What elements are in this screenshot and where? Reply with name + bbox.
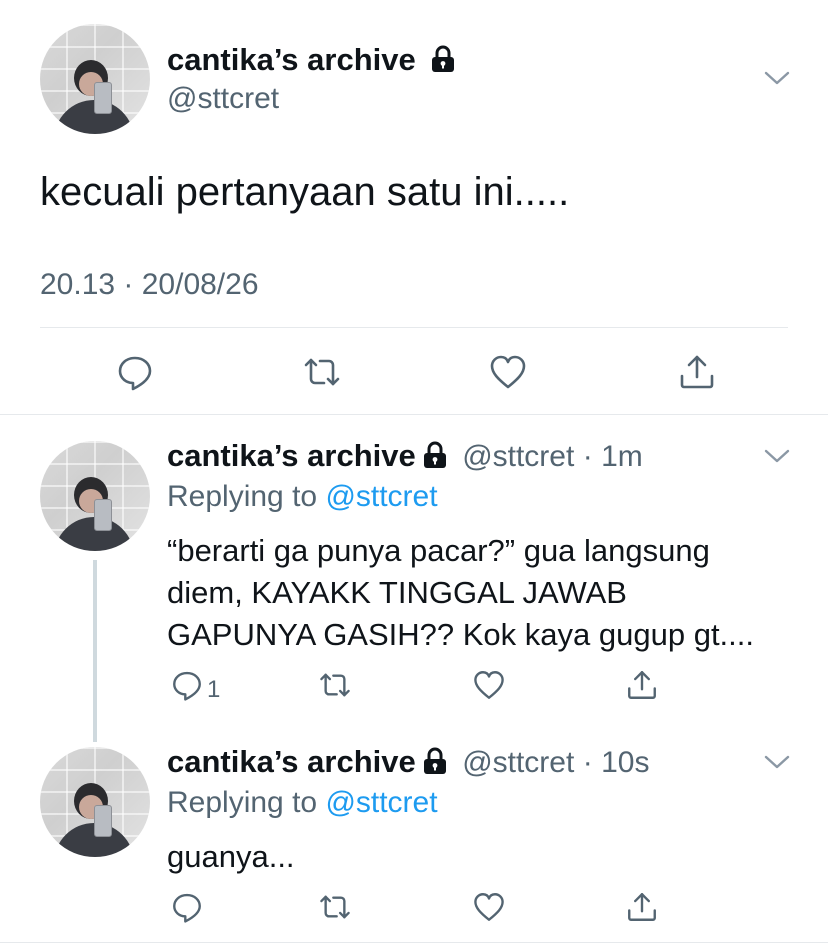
replying-to: Replying to @sttcret (167, 480, 438, 514)
share-icon[interactable] (677, 352, 717, 392)
retweet-icon[interactable] (302, 352, 342, 392)
reply-header: cantika’s archive @sttcret · 10s (167, 744, 649, 780)
chevron-down-icon[interactable] (762, 752, 792, 772)
retweet-icon[interactable] (318, 668, 352, 702)
text-line: guanya... (167, 839, 295, 874)
retweet-icon[interactable] (318, 890, 352, 924)
display-name-text: cantika’s archive (167, 42, 416, 77)
handle[interactable]: @sttcret (167, 82, 279, 116)
thread-line (93, 560, 97, 742)
lock-icon (432, 45, 455, 72)
share-icon[interactable] (625, 890, 659, 924)
timestamp[interactable]: 20.13 · 20/08/26 (40, 268, 259, 302)
display-name[interactable]: cantika’s archive (167, 744, 416, 779)
chevron-down-icon[interactable] (762, 446, 792, 466)
lock-icon (423, 747, 446, 774)
divider (0, 942, 828, 943)
reply-count: 1 (207, 676, 221, 703)
text-line: “berarti ga punya pacar?” gua langsung (167, 533, 710, 568)
reply-text: guanya... (167, 836, 295, 878)
share-icon[interactable] (625, 668, 659, 702)
display-name[interactable]: cantika’s archive (167, 42, 456, 78)
like-icon[interactable] (488, 352, 528, 392)
divider (40, 327, 788, 328)
tweet-text: kecuali pertanyaan satu ini..... (40, 170, 570, 214)
replying-to: Replying to @sttcret (167, 786, 438, 820)
avatar[interactable] (40, 24, 150, 134)
like-icon[interactable] (472, 890, 506, 924)
text-line: GAPUNYA GASIH?? Kok kaya gugup gt.... (167, 617, 755, 652)
reply-icon[interactable] (170, 890, 204, 924)
text-line: diem, KAYAKK TINGGAL JAWAB (167, 575, 627, 610)
replying-to-link[interactable]: @sttcret (325, 786, 437, 819)
replying-to-label: Replying to (167, 786, 318, 819)
like-icon[interactable] (472, 668, 506, 702)
time-ago[interactable]: · 1m (583, 440, 643, 473)
chevron-down-icon[interactable] (762, 68, 792, 88)
reply-header: cantika’s archive @sttcret · 1m (167, 438, 643, 474)
time-ago[interactable]: · 10s (583, 746, 650, 779)
reply-text: “berarti ga punya pacar?” gua langsung d… (167, 530, 754, 656)
handle[interactable]: @sttcret (462, 746, 574, 779)
handle[interactable]: @sttcret (462, 440, 574, 473)
replying-to-label: Replying to (167, 480, 318, 513)
reply-icon[interactable] (115, 352, 155, 392)
avatar[interactable] (40, 747, 150, 857)
display-name[interactable]: cantika’s archive (167, 438, 416, 473)
reply-icon[interactable] (170, 668, 204, 702)
avatar[interactable] (40, 441, 150, 551)
replying-to-link[interactable]: @sttcret (325, 480, 437, 513)
divider (0, 414, 828, 415)
lock-icon (423, 441, 446, 468)
